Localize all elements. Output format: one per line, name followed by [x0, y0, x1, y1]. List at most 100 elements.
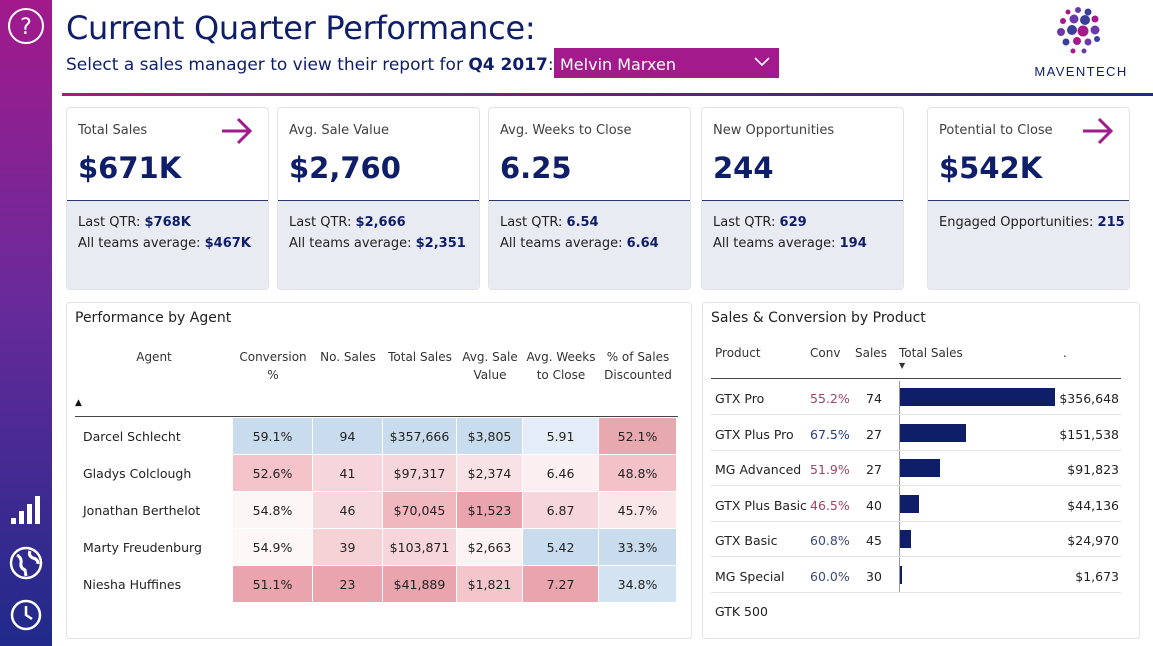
table-row[interactable]: Darcel Schlecht 59.1% 94 $357,666 $3,805 5.91…: [75, 418, 678, 455]
column-header[interactable]: Total Sales: [899, 346, 963, 360]
metric-cell: 59.1%: [233, 418, 313, 454]
arrow-right-icon[interactable]: [220, 116, 254, 150]
product-name: MG Special: [715, 568, 785, 584]
column-header[interactable]: Avg. Sale Value: [457, 348, 523, 384]
kpi-card-footer: Last QTR: 629 All teams average: 194: [702, 201, 903, 289]
agent-name: Gladys Colclough: [79, 455, 237, 491]
kpi-card: Total Sales $671K Last QTR: $768K All teams…: [66, 107, 269, 290]
table-row[interactable]: Niesha Huffines 51.1% 23 $41,889 $1,821 7.27 3…: [75, 566, 678, 603]
comparison-label: Engaged Opportunities:: [939, 215, 1098, 230]
column-header[interactable]: Avg. Weeks to Close: [523, 348, 599, 384]
metric-cell: 5.91: [523, 418, 599, 454]
sales-count: 40: [866, 497, 882, 513]
kpi-card: New Opportunities 244 Last QTR: 629 All tea…: [701, 107, 904, 290]
conversion-rate: 60.0%: [810, 568, 850, 584]
conversion-rate: 46.5%: [810, 497, 850, 513]
product-name: GTX Plus Pro: [715, 426, 794, 442]
sales-count: 74: [866, 391, 882, 406]
total-sales-value: $24,970: [1067, 533, 1119, 548]
subtitle-text: Select a sales manager to view their rep…: [66, 55, 469, 75]
column-header[interactable]: Product: [715, 346, 761, 360]
table-row[interactable]: GTX Plus Pro 67.5% 27 $151,538: [711, 416, 1121, 451]
product-name: GTX Plus Basic: [715, 497, 807, 513]
table-row[interactable]: MG Special 60.0% 30 $1,673: [711, 558, 1121, 593]
metric-cell: $1,523: [457, 492, 523, 528]
comparison-label: All teams average:: [78, 236, 205, 251]
kpi-card: Avg. Sale Value $2,760 Last QTR: $2,666 All…: [277, 107, 480, 290]
sort-descending-icon[interactable]: ▼: [899, 361, 905, 370]
globe-icon[interactable]: [0, 545, 52, 581]
sales-manager-select[interactable]: Melvin Marxen: [554, 48, 779, 78]
metric-cell: 52.1%: [599, 418, 677, 454]
help-icon[interactable]: ?: [0, 7, 52, 45]
column-header[interactable]: % of Sales Discounted: [599, 348, 677, 384]
metric-cell: $41,889: [383, 566, 457, 602]
metric-cell: 34.8%: [599, 566, 677, 602]
sales-count: 45: [866, 533, 882, 548]
total-sales-bar: [900, 423, 966, 442]
kpi-comparison: Last QTR: $2,666: [289, 215, 406, 230]
performance-by-agent-panel: Performance by Agent Agent Conversion % No…: [66, 302, 692, 639]
column-header[interactable]: Sales: [855, 346, 887, 360]
comparison-value: $467K: [204, 236, 251, 251]
table-row[interactable]: GTX Pro 55.2% 74 $356,648: [711, 380, 1121, 415]
kpi-card-footer: Last QTR: $768K All teams average: $467K: [67, 201, 268, 289]
total-sales-bar: [900, 494, 920, 513]
kpi-value: $2,760: [289, 151, 401, 185]
comparison-value: $768K: [144, 215, 191, 230]
selected-manager: Melvin Marxen: [560, 55, 676, 74]
metric-cell: $1,821: [457, 566, 523, 602]
total-sales-bar: [900, 565, 902, 584]
kpi-card-head: New Opportunities 244: [702, 108, 903, 201]
kpi-label: Potential to Close: [939, 123, 1053, 138]
conversion-rate: 51.9%: [810, 462, 850, 477]
table-row[interactable]: Marty Freudenburg 54.9% 39 $103,871 $2,663 5.…: [75, 529, 678, 566]
table-row[interactable]: Gladys Colclough 52.6% 41 $97,317 $2,374 6.46…: [75, 455, 678, 492]
table-row[interactable]: GTK 500: [711, 593, 1121, 628]
metric-cell: 5.42: [523, 529, 599, 565]
panel-title: Sales & Conversion by Product: [711, 310, 926, 326]
metric-cell: 39: [313, 529, 383, 565]
agent-name: Darcel Schlecht: [79, 418, 237, 454]
comparison-value: 194: [839, 236, 867, 251]
kpi-comparison: All teams average: 6.64: [500, 236, 659, 251]
kpi-comparison: Last QTR: 6.54: [500, 215, 599, 230]
kpi-comparison: All teams average: $2,351: [289, 236, 466, 251]
arrow-right-icon[interactable]: [1081, 116, 1115, 150]
table-row[interactable]: MG Advanced 51.9% 27 $91,823: [711, 451, 1121, 486]
column-header[interactable]: Total Sales: [383, 348, 457, 366]
metric-cell: $2,663: [457, 529, 523, 565]
kpi-label: New Opportunities: [713, 123, 835, 138]
metric-cell: $103,871: [383, 529, 457, 565]
kpi-card-footer: Last QTR: 6.54 All teams average: 6.64: [489, 201, 690, 289]
table-row[interactable]: GTX Plus Basic 46.5% 40 $44,136: [711, 487, 1121, 522]
clock-icon[interactable]: [0, 598, 52, 632]
product-name: GTX Basic: [715, 533, 778, 548]
column-header[interactable]: Conv: [810, 346, 840, 360]
bar-chart-icon[interactable]: [0, 494, 52, 526]
kpi-value: 244: [713, 151, 774, 185]
sales-conversion-by-product-panel: Sales & Conversion by Product Product Con…: [702, 302, 1140, 639]
total-sales-bar: [900, 388, 1055, 406]
column-header[interactable]: Conversion %: [233, 348, 313, 384]
column-header[interactable]: .: [1063, 346, 1067, 360]
sort-ascending-icon[interactable]: ▲: [75, 398, 82, 408]
comparison-label: Last QTR:: [289, 215, 356, 230]
column-header[interactable]: Agent: [75, 348, 233, 366]
comparison-value: 215: [1097, 215, 1125, 230]
kpi-label: Total Sales: [78, 123, 148, 138]
kpi-card-head: Total Sales $671K: [67, 108, 268, 201]
table-header-divider: [75, 416, 678, 417]
comparison-label: All teams average:: [713, 236, 840, 251]
product-name: MG Advanced: [715, 462, 802, 477]
metric-cell: 41: [313, 455, 383, 491]
metric-cell: $70,045: [383, 492, 457, 528]
comparison-value: 629: [779, 215, 807, 230]
page-subtitle: Select a sales manager to view their rep…: [66, 55, 554, 75]
kpi-card-head: Potential to Close $542K: [928, 108, 1129, 201]
column-header[interactable]: No. Sales: [313, 348, 383, 366]
table-row[interactable]: Jonathan Berthelot 54.8% 46 $70,045 $1,523 6.…: [75, 492, 678, 529]
metric-cell: 7.27: [523, 566, 599, 602]
sales-count: 30: [866, 568, 882, 584]
table-row[interactable]: GTX Basic 60.8% 45 $24,970: [711, 522, 1121, 557]
